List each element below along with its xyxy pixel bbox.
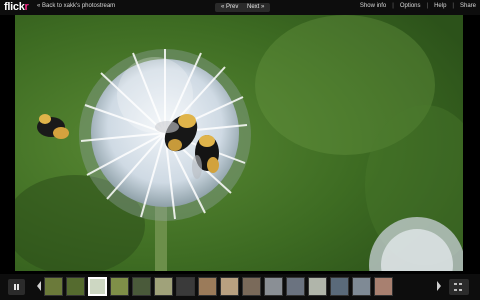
pause-button[interactable] (8, 279, 25, 295)
filmstrip-thumbnail[interactable] (132, 277, 151, 296)
help-link[interactable]: Help (434, 3, 446, 9)
filmstrip-thumbnail[interactable] (198, 277, 217, 296)
filmstrip-next-arrow-icon[interactable] (437, 281, 441, 291)
filmstrip-thumbnail[interactable] (154, 277, 173, 296)
filmstrip-thumbnail[interactable] (352, 277, 371, 296)
filmstrip-thumbnail[interactable] (286, 277, 305, 296)
filmstrip-thumbnail[interactable] (242, 277, 261, 296)
share-link[interactable]: Share (460, 3, 476, 9)
filmstrip-thumbnail[interactable] (330, 277, 349, 296)
filmstrip (44, 277, 393, 296)
options-link[interactable]: Options (400, 3, 421, 9)
filmstrip-prev-arrow-icon[interactable] (37, 281, 41, 291)
logo-main: flick (4, 1, 25, 13)
filmstrip-thumbnail[interactable] (264, 277, 283, 296)
main-photo[interactable] (15, 15, 463, 271)
flickr-logo[interactable]: flickr (4, 1, 29, 13)
top-right-links: Show info | Options | Help | Share (360, 3, 476, 9)
filmstrip-bar (0, 274, 480, 300)
filmstrip-thumbnail[interactable] (66, 277, 85, 296)
thistle-flower (79, 49, 251, 221)
filmstrip-thumbnail[interactable] (220, 277, 239, 296)
top-bar: flickr « Back to xakk's photostream « Pr… (0, 0, 480, 15)
next-button[interactable]: Next » (241, 3, 271, 12)
prev-button[interactable]: « Prev (215, 3, 245, 12)
show-info-link[interactable]: Show info (360, 3, 386, 9)
photo-image (15, 15, 463, 271)
filmstrip-thumbnail[interactable] (110, 277, 129, 296)
grid-view-icon[interactable] (449, 279, 469, 295)
logo-accent: r (24, 1, 29, 13)
filmstrip-thumbnail[interactable] (308, 277, 327, 296)
filmstrip-thumbnail[interactable] (44, 277, 63, 296)
back-to-photostream-link[interactable]: « Back to xakk's photostream (37, 3, 115, 9)
filmstrip-thumbnail[interactable] (176, 277, 195, 296)
link-separator: | (392, 3, 394, 9)
filmstrip-thumbnail[interactable] (374, 277, 393, 296)
filmstrip-thumbnail[interactable] (88, 277, 107, 296)
link-separator: | (426, 3, 429, 9)
link-separator: | (452, 3, 454, 9)
